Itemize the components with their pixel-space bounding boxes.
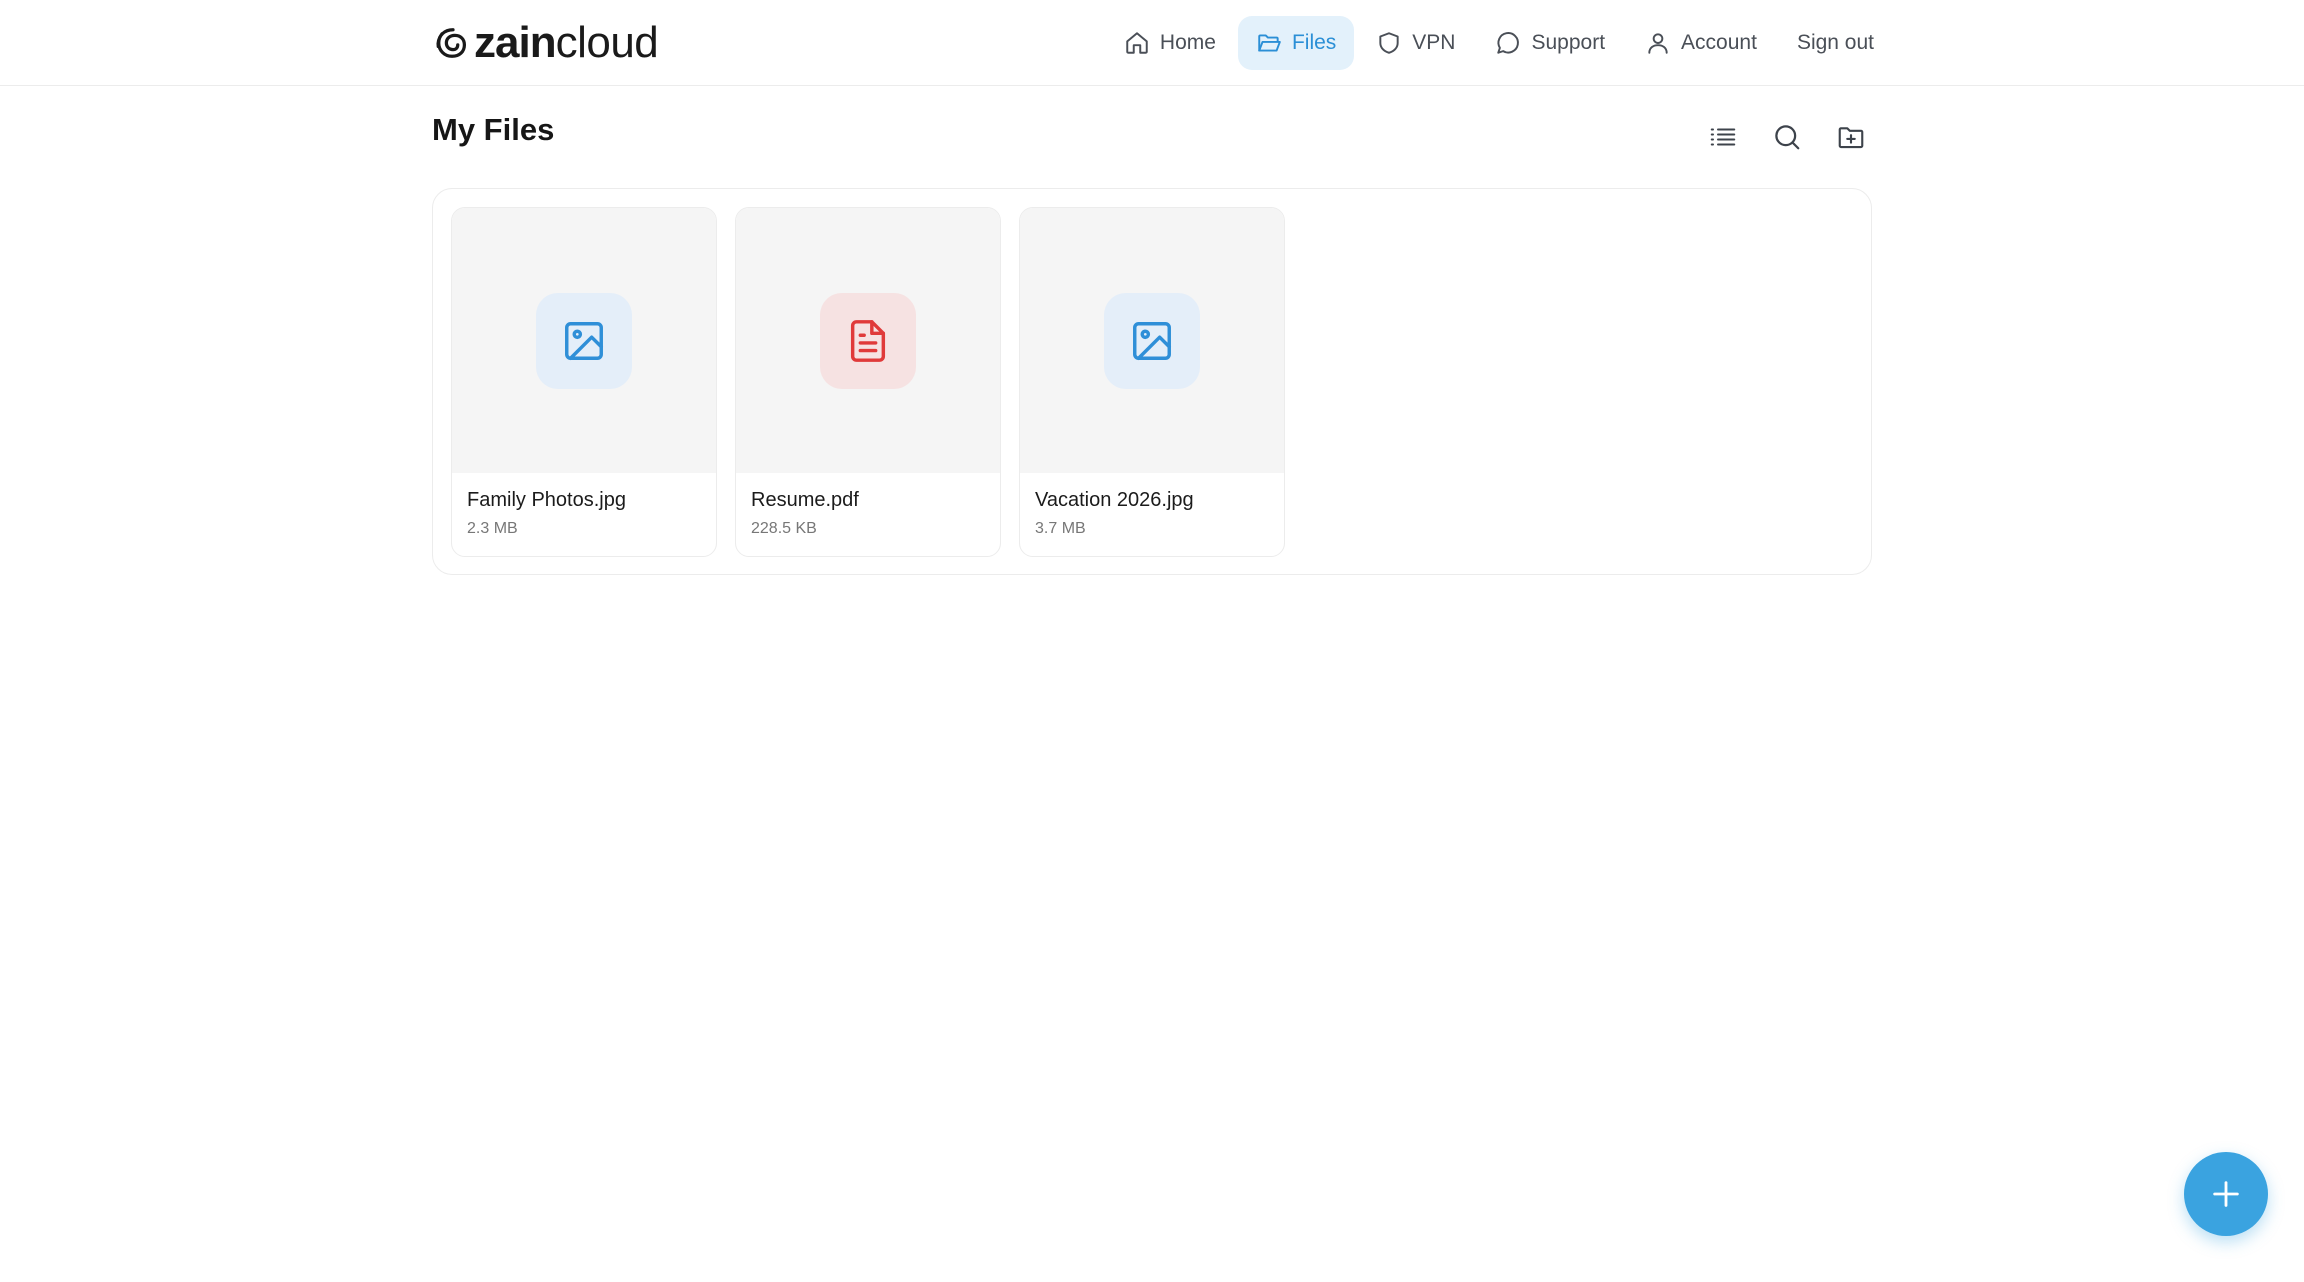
nav-item-vpn[interactable]: VPN [1358,16,1473,70]
file-card[interactable]: Vacation 2026.jpg 3.7 MB [1019,207,1285,557]
list-view-button[interactable] [1702,116,1744,158]
folder-open-icon [1258,34,1281,52]
file-thumbnail [452,208,716,473]
image-file-icon [565,321,603,360]
new-folder-icon [1838,127,1864,149]
home-icon [1126,32,1148,54]
files-panel: Family Photos.jpg 2.3 MB Resume.pdf 228.… [432,188,1872,575]
logo-text-zain: zain [474,18,557,67]
file-type-badge [536,292,632,389]
nav-label-sign-out: Sign out [1796,31,1874,54]
document-file-icon [850,319,886,362]
nav-item-account[interactable]: Account [1627,16,1775,70]
file-size: 228.5 KB [751,520,817,537]
file-info: Vacation 2026.jpg 3.7 MB [1020,473,1284,538]
file-grid: Family Photos.jpg 2.3 MB Resume.pdf 228.… [451,207,1285,557]
add-button[interactable] [2184,1152,2268,1236]
nav-item-files[interactable]: Files [1237,16,1355,70]
shield-icon [1379,32,1399,54]
nav-item-support[interactable]: Support [1477,16,1623,70]
nav-label-home: Home [1159,31,1216,54]
files-toolbar [1702,116,1872,158]
top-bar: zain cloud Home Files VPN Support Accoun… [0,0,2304,86]
nav-label-support: Support [1531,31,1606,54]
swirl-logo-icon [436,28,467,58]
file-name: Resume.pdf [751,489,859,511]
nav-label-vpn: VPN [1412,31,1456,54]
search-icon [1775,125,1800,150]
nav-label-files: Files [1291,31,1337,54]
main-nav: Home Files VPN Support Account Sign out [1106,16,1874,70]
nav-label-account: Account [1681,31,1757,54]
nav-item-home[interactable]: Home [1106,16,1234,70]
image-file-icon [1133,321,1171,360]
plus-icon [2213,1181,2239,1207]
nav-item-sign-out[interactable]: Sign out [1779,16,1874,70]
file-type-badge [1104,292,1200,389]
file-card[interactable]: Family Photos.jpg 2.3 MB [451,207,717,557]
file-info: Resume.pdf 228.5 KB [736,473,1000,538]
file-card[interactable]: Resume.pdf 228.5 KB [735,207,1001,557]
file-type-badge [820,292,916,389]
search-button[interactable] [1766,116,1808,158]
new-folder-button[interactable] [1830,116,1872,158]
file-info: Family Photos.jpg 2.3 MB [452,473,716,538]
file-thumbnail [736,208,1000,473]
file-thumbnail [1020,208,1284,473]
logo-text-cloud: cloud [555,18,659,67]
list-view-icon [1710,128,1736,146]
user-icon [1648,33,1668,54]
chat-bubble-icon [1497,32,1520,54]
file-name: Family Photos.jpg [467,489,626,511]
file-size: 2.3 MB [467,520,518,537]
page-title: My Files [432,112,555,147]
zaincloud-logo[interactable]: zain cloud [434,18,659,68]
file-name: Vacation 2026.jpg [1035,489,1194,511]
file-size: 3.7 MB [1035,520,1086,537]
